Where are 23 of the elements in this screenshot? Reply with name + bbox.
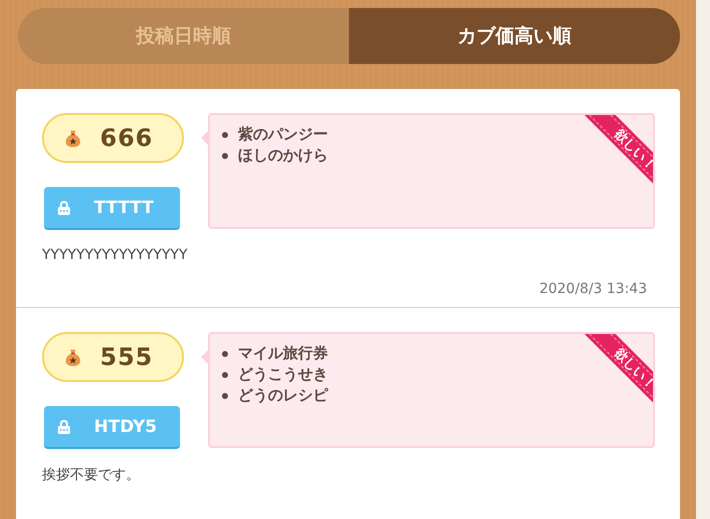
bullet-icon [222, 372, 228, 378]
wanted-item: どうのレシピ [238, 385, 328, 406]
money-bag-icon [64, 128, 82, 148]
post-message: 挨拶不要です。 [42, 466, 141, 484]
wanted-item: マイル旅行券 [238, 343, 328, 364]
sort-tab[interactable]: カブ価高い順 [349, 8, 680, 64]
bullet-icon [222, 392, 228, 398]
lock-icon [56, 200, 72, 216]
dodo-code-button[interactable]: TTTTT [44, 187, 180, 228]
dodo-code-button[interactable]: HTDY5 [44, 406, 180, 447]
money-bag-icon [64, 347, 82, 367]
post-message: YYYYYYYYYYYYYYYYY [42, 247, 188, 263]
lock-icon [56, 418, 72, 434]
bullet-icon [222, 152, 228, 158]
price-value: 666 [100, 124, 154, 152]
sort-tab[interactable]: 投稿日時順 [18, 8, 349, 64]
post-date: 2020/8/3 13:43 [538, 281, 648, 297]
bullet-icon [222, 132, 228, 138]
price-value: 555 [100, 343, 154, 371]
wanted-item: 紫のパンジー [238, 124, 328, 145]
wanted-item: どうこうせき [238, 364, 328, 385]
wanted-item: ほしのかけら [238, 145, 328, 166]
bullet-icon [222, 350, 228, 356]
